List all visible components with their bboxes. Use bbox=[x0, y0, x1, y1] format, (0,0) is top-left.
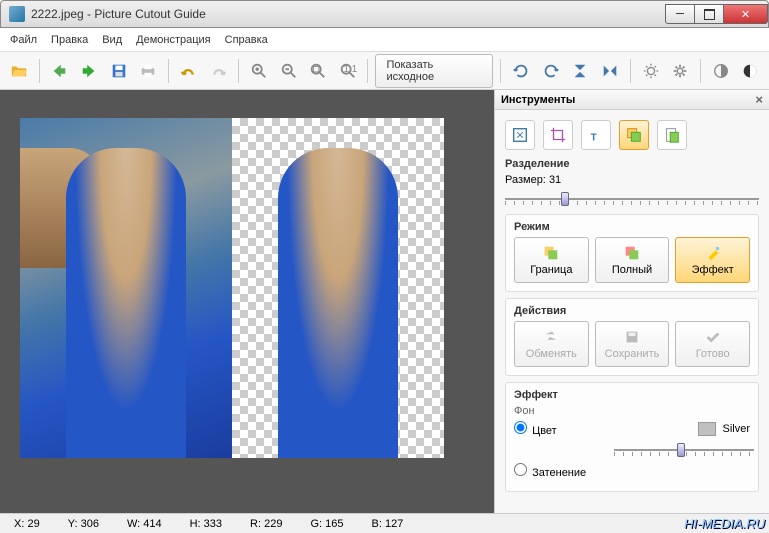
canvas-area[interactable] bbox=[0, 90, 494, 513]
bg-label: Фон bbox=[514, 405, 750, 417]
tool-text-icon[interactable]: T bbox=[581, 120, 611, 150]
size-value: 31 bbox=[549, 174, 561, 186]
tool-paste-icon[interactable] bbox=[657, 120, 687, 150]
zoom-100-button[interactable]: 1:1 bbox=[335, 58, 361, 84]
panel-title: Инструменты bbox=[501, 94, 575, 106]
undo-button[interactable] bbox=[176, 58, 202, 84]
close-button[interactable]: ✕ bbox=[723, 4, 768, 24]
tool-crop-icon[interactable] bbox=[543, 120, 573, 150]
color-name: Silver bbox=[722, 423, 750, 435]
status-x: 29 bbox=[27, 518, 39, 530]
actions-title: Действия bbox=[514, 305, 750, 317]
maximize-button[interactable] bbox=[694, 4, 724, 24]
window-title: 2222.jpeg - Picture Cutout Guide bbox=[31, 7, 666, 21]
mode-full-button[interactable]: Полный bbox=[595, 237, 670, 283]
swap-button[interactable]: Обменять bbox=[514, 321, 589, 367]
mode-title: Режим bbox=[514, 221, 750, 233]
svg-text:1:1: 1:1 bbox=[343, 63, 357, 74]
brightness-button[interactable] bbox=[638, 58, 664, 84]
separation-title: Разделение bbox=[505, 158, 759, 170]
status-r: 229 bbox=[264, 518, 282, 530]
color-swatch[interactable] bbox=[698, 422, 716, 436]
zoom-fit-button[interactable] bbox=[305, 58, 331, 84]
next-button[interactable] bbox=[76, 58, 102, 84]
toolbar: 1:1 Показать исходное bbox=[0, 52, 769, 90]
zoom-out-button[interactable] bbox=[276, 58, 302, 84]
rotate-ccw-button[interactable] bbox=[508, 58, 534, 84]
invert-button[interactable] bbox=[737, 58, 763, 84]
show-original-button[interactable]: Показать исходное bbox=[375, 54, 493, 88]
settings-button[interactable] bbox=[667, 58, 693, 84]
mode-effect-button[interactable]: Эффект bbox=[675, 237, 750, 283]
cutout-image bbox=[232, 118, 444, 458]
prev-button[interactable] bbox=[47, 58, 73, 84]
menu-edit[interactable]: Правка bbox=[51, 34, 88, 46]
watermark: HI-MEDIA.RU bbox=[684, 516, 765, 531]
status-y: 306 bbox=[81, 518, 99, 530]
menubar: Файл Правка Вид Демонстрация Справка bbox=[0, 28, 769, 52]
size-slider[interactable] bbox=[505, 190, 759, 208]
svg-text:T: T bbox=[591, 132, 597, 143]
flip-v-button[interactable] bbox=[568, 58, 594, 84]
tool-resize-icon[interactable] bbox=[505, 120, 535, 150]
menu-help[interactable]: Справка bbox=[225, 34, 268, 46]
titlebar: 2222.jpeg - Picture Cutout Guide ─ ✕ bbox=[0, 0, 769, 28]
redo-button[interactable] bbox=[206, 58, 232, 84]
original-image bbox=[20, 118, 232, 458]
contrast-button[interactable] bbox=[708, 58, 734, 84]
zoom-in-button[interactable] bbox=[246, 58, 272, 84]
app-icon bbox=[9, 6, 25, 22]
save-button[interactable] bbox=[106, 58, 132, 84]
statusbar: X: 29 Y: 306 W: 414 H: 333 R: 229 G: 165… bbox=[0, 513, 769, 533]
status-h: 333 bbox=[204, 518, 222, 530]
open-button[interactable] bbox=[6, 58, 32, 84]
menu-demo[interactable]: Демонстрация bbox=[136, 34, 211, 46]
menu-file[interactable]: Файл bbox=[10, 34, 37, 46]
status-g: 165 bbox=[325, 518, 343, 530]
mode-boundary-button[interactable]: Граница bbox=[514, 237, 589, 283]
panel-close-button[interactable]: × bbox=[755, 92, 763, 107]
minimize-button[interactable]: ─ bbox=[665, 4, 695, 24]
flip-h-button[interactable] bbox=[597, 58, 623, 84]
print-button[interactable] bbox=[135, 58, 161, 84]
effect-title: Эффект bbox=[514, 389, 750, 401]
size-label: Размер: bbox=[505, 174, 546, 186]
save-result-button[interactable]: Сохранить bbox=[595, 321, 670, 367]
menu-view[interactable]: Вид bbox=[102, 34, 122, 46]
status-w: 414 bbox=[143, 518, 161, 530]
effect-slider[interactable] bbox=[614, 441, 754, 459]
radio-shade[interactable]: Затенение bbox=[514, 463, 586, 479]
tools-panel: Инструменты × T Разделение Размер: 31 Ре… bbox=[494, 90, 769, 513]
done-button[interactable]: Готово bbox=[675, 321, 750, 367]
rotate-cw-button[interactable] bbox=[538, 58, 564, 84]
radio-color[interactable]: Цвет bbox=[514, 421, 557, 437]
tool-cutout-icon[interactable] bbox=[619, 120, 649, 150]
status-b: 127 bbox=[385, 518, 403, 530]
